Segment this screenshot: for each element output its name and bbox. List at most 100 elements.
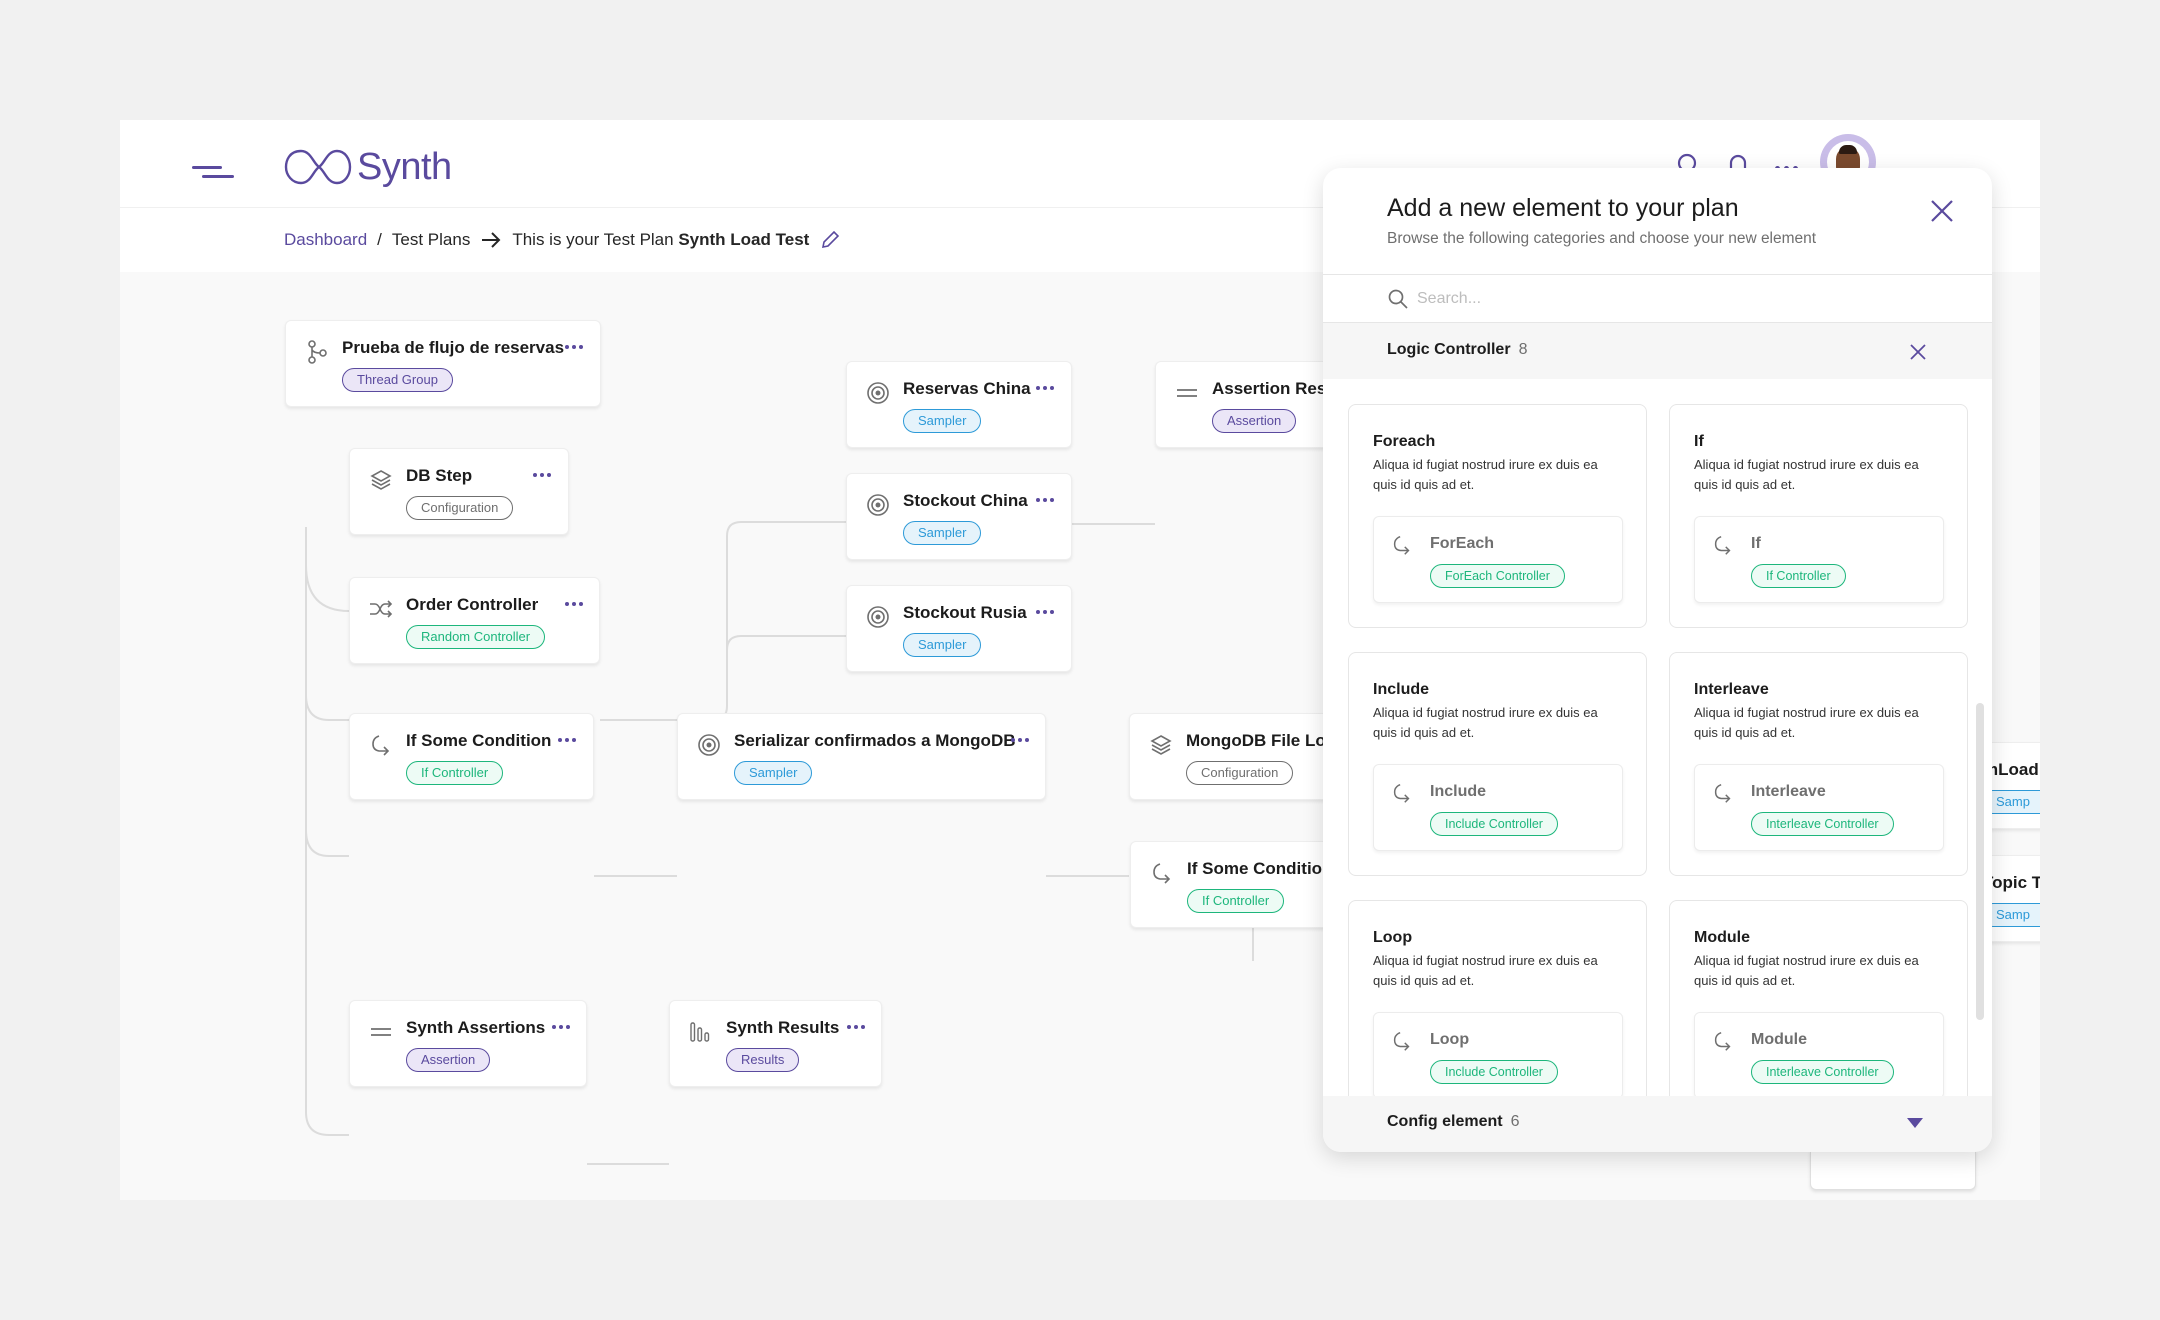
node-synth-results[interactable]: Synth Results Results	[669, 1000, 882, 1087]
element-card-module[interactable]: Module Aliqua id fugiat nostrud irure ex…	[1669, 900, 1968, 1096]
node-title: Prueba de flujo de reservas	[342, 338, 565, 357]
synth-logo[interactable]: Synth	[283, 142, 452, 192]
bar-chart-icon	[690, 1022, 710, 1042]
element-card-include[interactable]: Include Aliqua id fugiat nostrud irure e…	[1348, 652, 1647, 876]
node-stockout-rusia[interactable]: Stockout Rusia Sampler	[846, 585, 1072, 672]
card-description: Aliqua id fugiat nostrud irure ex duis e…	[1373, 705, 1598, 740]
condition-arrow-icon	[1153, 863, 1171, 884]
pencil-icon[interactable]	[819, 229, 841, 251]
breadcrumb-plan-name: Synth Load Test	[678, 230, 810, 249]
node-title: Assertion Rese	[1212, 379, 1336, 398]
node-type-tag: Results	[726, 1048, 800, 1072]
category-name: Config element	[1387, 1113, 1503, 1130]
search-input[interactable]	[1417, 283, 1937, 315]
more-options-icon[interactable]	[562, 337, 586, 357]
card-title: Include	[1373, 681, 1430, 698]
element-tag: Interleave Controller	[1751, 812, 1894, 836]
more-options-icon[interactable]	[549, 1017, 573, 1037]
element-tag: Include Controller	[1430, 812, 1558, 836]
node-title: Stockout China	[903, 491, 1028, 510]
breadcrumb-dashboard[interactable]: Dashboard	[284, 230, 367, 250]
card-description: Aliqua id fugiat nostrud irure ex duis e…	[1373, 457, 1598, 492]
condition-arrow-icon	[1714, 783, 1731, 803]
node-order-controller[interactable]: Order Controller Random Controller	[349, 577, 600, 664]
node-type-tag: Sampler	[734, 761, 813, 785]
element-card-if[interactable]: If Aliqua id fugiat nostrud irure ex dui…	[1669, 404, 1968, 628]
element-tag: Interleave Controller	[1751, 1060, 1894, 1084]
condition-arrow-icon	[1393, 1031, 1410, 1051]
node-serializar-mongodb[interactable]: Serializar confirmados a MongoDB Sampler	[677, 713, 1046, 800]
node-title: Synth Assertions	[406, 1018, 546, 1037]
node-title: Stockout Rusia	[903, 603, 1027, 622]
node-type-tag: If Controller	[1187, 889, 1285, 913]
breadcrumb: Dashboard / Test Plans This is your Test…	[284, 227, 841, 253]
node-title: MongoDB File Load	[1186, 731, 1346, 750]
node-hidden-behind-panel	[1810, 1150, 1976, 1190]
element-card-interleave[interactable]: Interleave Aliqua id fugiat nostrud irur…	[1669, 652, 1968, 876]
category-header-config-element[interactable]: Config element 6	[1323, 1096, 1992, 1152]
collapse-category-close-icon[interactable]	[1907, 341, 1929, 363]
node-title: If Some Condition	[1187, 859, 1333, 878]
card-title: Foreach	[1373, 433, 1436, 450]
category-header-logic-controller[interactable]: Logic Controller 8	[1323, 323, 1992, 379]
more-options-icon[interactable]	[562, 594, 586, 614]
element-preview: Interleave Interleave Controller	[1694, 764, 1944, 851]
node-type-tag: Configuration	[406, 496, 514, 520]
element-tag: Include Controller	[1430, 1060, 1558, 1084]
card-title: Interleave	[1694, 681, 1769, 698]
condition-arrow-icon	[372, 735, 390, 756]
panel-scrollbar[interactable]	[1976, 703, 1984, 1020]
panel-subtitle: Browse the following categories and choo…	[1387, 230, 1817, 247]
infinity-logo-icon	[284, 149, 352, 185]
more-options-icon[interactable]	[555, 730, 579, 750]
node-synth-assertions[interactable]: Synth Assertions Assertion	[349, 1000, 587, 1087]
card-title: Loop	[1373, 929, 1413, 946]
element-preview: ForEach ForEach Controller	[1373, 516, 1623, 603]
panel-title: Add a new element to your plan	[1387, 194, 1739, 222]
element-name: Include	[1430, 783, 1487, 800]
node-type-tag: Thread Group	[342, 368, 453, 392]
condition-arrow-icon	[1714, 535, 1731, 555]
breadcrumb-test-plans[interactable]: Test Plans	[392, 230, 470, 250]
card-description: Aliqua id fugiat nostrud irure ex duis e…	[1694, 705, 1919, 740]
layers-icon	[1150, 735, 1172, 755]
node-db-step[interactable]: DB Step Configuration	[349, 448, 569, 535]
element-tag: If Controller	[1751, 564, 1846, 588]
condition-arrow-icon	[1393, 783, 1410, 803]
node-reservas-china[interactable]: Reservas China Sampler	[846, 361, 1072, 448]
category-name: Logic Controller	[1387, 341, 1511, 358]
node-if-condition[interactable]: If Some Condition If Controller	[349, 713, 594, 800]
node-type-tag: Sampler	[903, 633, 982, 657]
target-icon	[867, 494, 889, 516]
more-options-icon[interactable]	[844, 1017, 868, 1037]
node-title: Synth Results	[726, 1018, 840, 1037]
element-name: Interleave	[1751, 783, 1826, 800]
caret-down-icon[interactable]	[1907, 1118, 1923, 1128]
hamburger-menu-icon[interactable]	[192, 156, 236, 186]
more-options-icon[interactable]	[1033, 602, 1057, 622]
app-name: Synth	[357, 145, 452, 188]
node-stockout-china[interactable]: Stockout China Sampler	[846, 473, 1072, 560]
card-description: Aliqua id fugiat nostrud irure ex duis e…	[1373, 953, 1598, 988]
equals-icon	[1177, 389, 1197, 397]
element-preview: Loop Include Controller	[1373, 1012, 1623, 1096]
node-thread-group[interactable]: Prueba de flujo de reservas Thread Group	[285, 320, 601, 407]
more-options-icon[interactable]	[1008, 730, 1032, 750]
search-icon	[1388, 289, 1408, 309]
target-icon	[867, 382, 889, 404]
close-icon[interactable]	[1927, 196, 1957, 226]
equals-icon	[371, 1028, 391, 1036]
more-options-icon[interactable]	[530, 465, 554, 485]
card-description: Aliqua id fugiat nostrud irure ex duis e…	[1694, 953, 1919, 988]
element-preview: Include Include Controller	[1373, 764, 1623, 851]
more-options-icon[interactable]	[1033, 378, 1057, 398]
element-name: Loop	[1430, 1031, 1470, 1048]
element-card-loop[interactable]: Loop Aliqua id fugiat nostrud irure ex d…	[1348, 900, 1647, 1096]
element-name: Module	[1751, 1031, 1807, 1048]
more-options-icon[interactable]	[1033, 490, 1057, 510]
category-count: 6	[1510, 1113, 1520, 1130]
arrow-right-icon	[482, 232, 501, 248]
condition-arrow-icon	[1393, 535, 1410, 555]
element-card-foreach[interactable]: Foreach Aliqua id fugiat nostrud irure e…	[1348, 404, 1647, 628]
card-title: If	[1694, 433, 1704, 450]
